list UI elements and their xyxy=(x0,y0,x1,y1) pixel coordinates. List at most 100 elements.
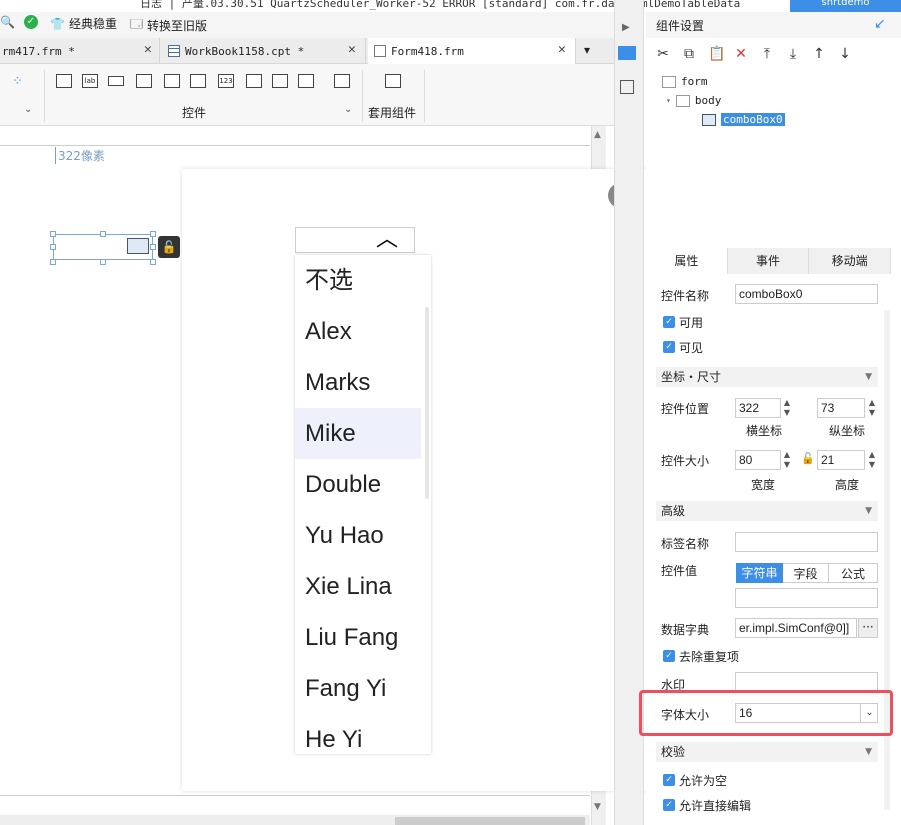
resize-handle[interactable] xyxy=(50,244,56,250)
list-item[interactable]: 不选 xyxy=(295,255,421,306)
chevron-right-icon[interactable]: ▶ xyxy=(622,22,630,33)
user-badge[interactable]: shrtdemo xyxy=(790,0,901,12)
tree-node-combobox[interactable]: comboBox0 xyxy=(702,113,785,126)
copy-icon[interactable]: ⧉ xyxy=(682,46,696,62)
position-y-input[interactable]: 73 xyxy=(817,398,865,418)
chevron-up-icon[interactable]: ︿ xyxy=(376,227,398,253)
move-top-icon[interactable]: ⤒ xyxy=(760,46,774,62)
value-type-formula[interactable]: 公式 xyxy=(828,563,878,583)
widget-settings-toggle[interactable] xyxy=(618,46,636,60)
move-bottom-icon[interactable]: ⤓ xyxy=(786,46,800,62)
move-down-icon[interactable]: ↓ xyxy=(838,46,852,62)
resize-handle[interactable] xyxy=(50,231,56,237)
resize-handle[interactable] xyxy=(150,244,156,250)
allow-empty-checkbox[interactable]: ✓ xyxy=(663,774,675,786)
enabled-checkbox[interactable]: ✓ xyxy=(663,316,675,328)
list-item[interactable]: Xie Lina xyxy=(295,561,421,612)
search-widget-icon[interactable] xyxy=(334,74,350,88)
pin-icon[interactable]: ↙ xyxy=(874,16,886,32)
resize-handle[interactable] xyxy=(150,259,156,265)
tree-node-body[interactable]: ▾ body xyxy=(666,94,721,107)
template-widget-icon[interactable] xyxy=(385,74,401,88)
allow-edit-checkbox[interactable]: ✓ xyxy=(663,799,675,811)
close-icon[interactable]: ✕ xyxy=(558,42,566,57)
resize-handle[interactable] xyxy=(150,231,156,237)
checkbox-group-widget-icon[interactable] xyxy=(298,74,314,88)
close-icon[interactable]: ✕ xyxy=(348,42,356,57)
tab-form418[interactable]: Form418.frm ✕ xyxy=(368,38,576,64)
resize-handle[interactable] xyxy=(100,231,106,237)
tab-menu-icon[interactable]: ▾ xyxy=(584,43,590,57)
name-input[interactable]: comboBox0 xyxy=(735,284,878,304)
tree-node-form[interactable]: form xyxy=(662,75,708,88)
cut-icon[interactable]: ✂ xyxy=(656,46,670,62)
value-type-field[interactable]: 字段 xyxy=(783,563,828,583)
lock-icon[interactable]: 🔓 xyxy=(801,452,815,465)
scrollbar-thumb[interactable] xyxy=(395,817,585,825)
visible-checkbox[interactable]: ✓ xyxy=(663,341,675,353)
tab-properties[interactable]: 属性 xyxy=(646,248,728,274)
chevron-down-icon[interactable]: ⌄ xyxy=(24,104,32,115)
data-dict-edit-button[interactable]: ··· xyxy=(858,618,878,638)
combocheck-widget-icon[interactable] xyxy=(164,74,180,88)
value-type-string[interactable]: 字符串 xyxy=(736,563,783,583)
tab-workbook1158[interactable]: WorkBook1158.cpt * ✕ xyxy=(162,38,366,64)
label-widget-icon[interactable]: lab xyxy=(82,74,98,88)
stepper-icon[interactable]: ▲ ▼ xyxy=(866,450,878,470)
section-advanced[interactable]: 高级 ▼ xyxy=(656,501,878,521)
stepper-icon[interactable]: ▲ ▼ xyxy=(866,398,878,418)
ok-icon[interactable]: ✓ xyxy=(24,15,38,29)
classic-theme-button[interactable]: 👕 经典稳重 xyxy=(50,15,117,32)
scroll-down-icon[interactable]: ▼ xyxy=(594,802,601,812)
chevron-down-icon[interactable]: ▾ xyxy=(666,96,671,105)
list-item[interactable]: Liu Fang xyxy=(295,612,421,663)
list-item[interactable]: Marks xyxy=(295,357,421,408)
move-up-icon[interactable]: ↑ xyxy=(812,46,826,62)
textbox-widget-icon[interactable] xyxy=(108,76,124,86)
radio-group-widget-icon[interactable] xyxy=(272,74,288,88)
list-item[interactable]: Mike xyxy=(295,408,421,459)
date-widget-icon[interactable] xyxy=(190,74,206,88)
chevron-down-icon[interactable]: ▼ xyxy=(865,742,872,762)
stepper-icon[interactable]: ▲ ▼ xyxy=(781,450,793,470)
chart-widget-icon[interactable]: ⁘ xyxy=(12,74,23,89)
chevron-down-icon[interactable]: ⌄ xyxy=(344,104,352,115)
combobox-widget-icon[interactable] xyxy=(136,74,152,88)
unlock-icon[interactable]: 🔓 xyxy=(158,236,180,258)
delete-icon[interactable]: ✕ xyxy=(734,46,748,62)
tab-events[interactable]: 事件 xyxy=(728,248,810,274)
scroll-up-icon[interactable]: ▲ xyxy=(594,130,601,140)
search-icon[interactable]: 🔍 xyxy=(0,15,15,29)
section-validation[interactable]: 校验 ▼ xyxy=(656,742,878,762)
list-item[interactable]: Alex xyxy=(295,306,421,357)
tab-form417[interactable]: rm417.frm * ✕ xyxy=(0,38,160,64)
chevron-down-icon[interactable]: ▼ xyxy=(865,367,872,387)
paste-icon[interactable]: 📋 xyxy=(708,46,725,62)
section-position-size[interactable]: 坐标・尺寸 ▼ xyxy=(656,367,878,387)
list-item[interactable]: Yu Hao xyxy=(295,510,421,561)
width-input[interactable]: 80 xyxy=(735,450,781,470)
list-item[interactable]: Fang Yi xyxy=(295,663,421,714)
resize-handle[interactable] xyxy=(100,259,106,265)
height-input[interactable]: 21 xyxy=(817,450,865,470)
tag-name-input[interactable] xyxy=(735,532,878,552)
dedupe-checkbox[interactable]: ✓ xyxy=(663,650,675,662)
layout-icon[interactable] xyxy=(620,80,634,94)
stepper-icon[interactable]: ▲ ▼ xyxy=(781,398,793,418)
resize-handle[interactable] xyxy=(50,259,56,265)
list-item[interactable]: He Yi xyxy=(295,714,421,754)
close-icon[interactable]: ✕ xyxy=(144,42,152,57)
button-widget-icon[interactable] xyxy=(56,74,72,88)
widget-value-input[interactable] xyxy=(735,588,878,608)
tab-mobile[interactable]: 移动端 xyxy=(809,248,892,274)
convert-legacy-button[interactable]: 🗔 转换至旧版 xyxy=(130,15,207,36)
combobox-dropdown-icon[interactable] xyxy=(127,238,149,254)
watermark-input[interactable] xyxy=(735,672,878,692)
position-x-input[interactable]: 322 xyxy=(735,398,781,418)
chevron-down-icon[interactable]: ▼ xyxy=(865,501,872,521)
textarea-widget-icon[interactable] xyxy=(246,74,262,88)
data-dict-input[interactable]: er.impl.SimConf@0]] xyxy=(735,618,857,638)
list-item[interactable]: Double xyxy=(295,459,421,510)
number-widget-icon[interactable]: 123 xyxy=(218,74,234,88)
dropdown-scrollbar[interactable] xyxy=(425,307,429,499)
